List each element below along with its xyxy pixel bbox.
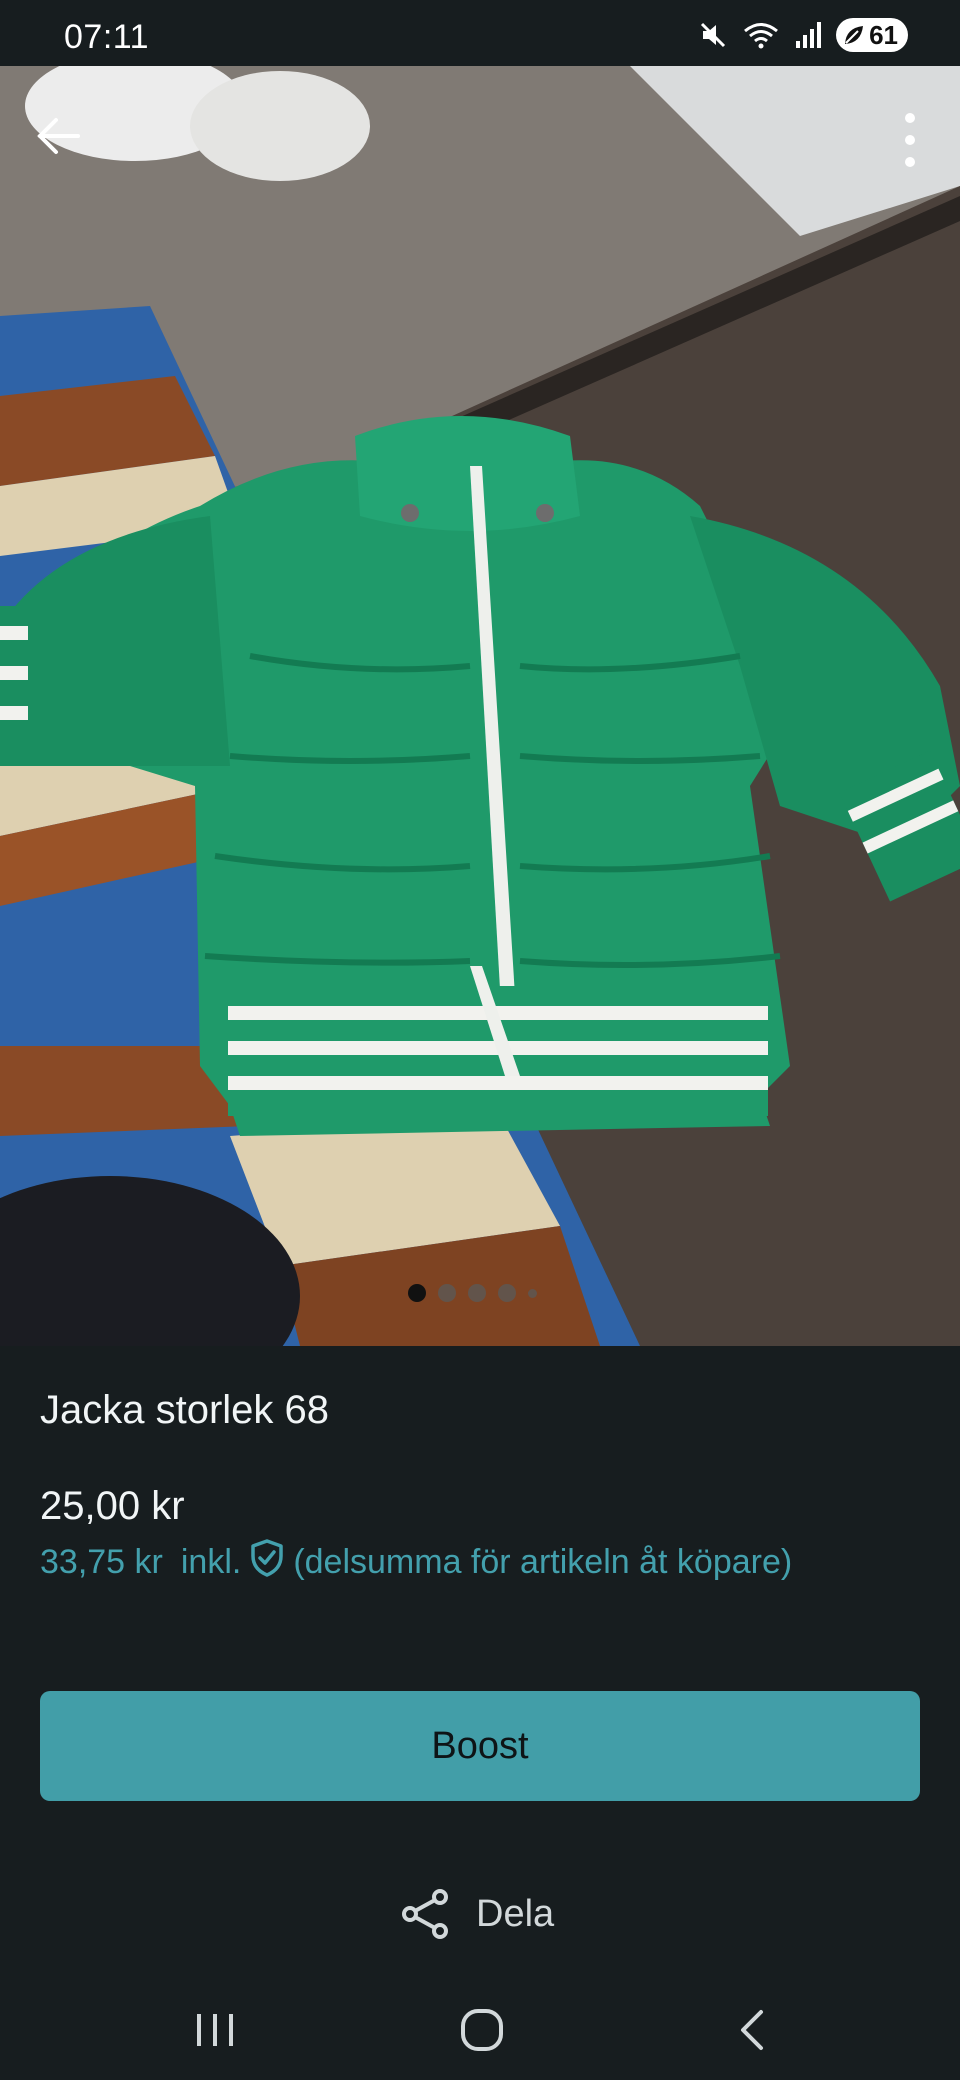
system-navbar [0,1960,960,2080]
signal-icon [794,20,822,50]
carousel-dot[interactable] [408,1284,426,1302]
back-icon [741,2010,763,2050]
carousel-dot[interactable] [468,1284,486,1302]
share-button[interactable]: Dela [400,1888,554,1940]
status-time: 07:11 [64,18,150,56]
more-vertical-icon [905,113,915,167]
boost-button[interactable]: Boost [40,1691,920,1801]
back-arrow-icon [37,118,80,154]
nav-back-button[interactable] [723,2000,783,2060]
fee-note: (delsumma för artikeln åt köpare) [293,1543,793,1581]
recent-apps-icon [197,2014,233,2046]
incl-label: inkl. [180,1543,242,1581]
price-with-buyer-protection[interactable]: 33,75 kr inkl. (delsumma för artikeln åt… [40,1538,792,1587]
more-options-button[interactable] [896,110,924,170]
mute-icon [698,20,728,50]
carousel-dot[interactable] [438,1284,456,1302]
product-photo-carousel[interactable] [0,66,960,1346]
listing-price: 25,00 kr [40,1484,185,1528]
home-icon [461,2009,503,2051]
status-icons: 61 [698,18,908,52]
battery-icon: 61 [836,18,908,52]
share-icon [402,1889,448,1939]
listing-title: Jacka storlek 68 [40,1388,330,1432]
price-with-fee: 33,75 kr [40,1543,163,1581]
product-photo [0,66,960,1346]
share-label: Dela [476,1892,555,1935]
buyer-protection-shield-icon [249,1538,285,1587]
carousel-dot[interactable] [498,1284,516,1302]
status-bar: 07:11 61 [0,0,960,66]
carousel-dot[interactable] [528,1288,537,1298]
recent-apps-button[interactable] [185,2000,245,2060]
leaf-icon [845,26,863,44]
carousel-indicator [408,1284,537,1302]
wifi-icon [742,20,780,50]
back-button[interactable] [30,108,86,164]
home-button[interactable] [452,2000,512,2060]
battery-level: 61 [869,19,898,50]
